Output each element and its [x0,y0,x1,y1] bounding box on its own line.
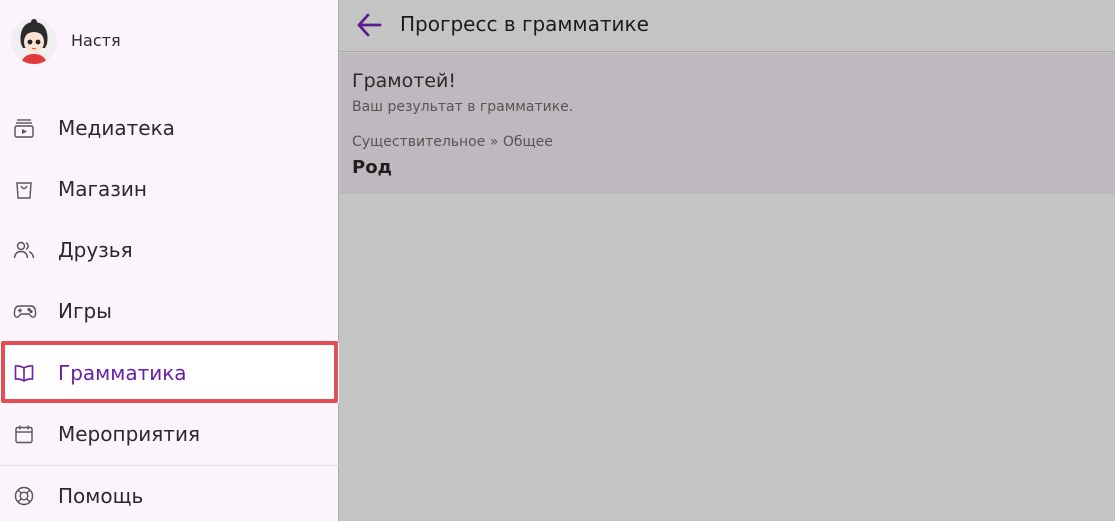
sidebar-item-shop[interactable]: Магазин [0,159,339,219]
sidebar-item-help[interactable]: Помощь [0,466,339,521]
grammar-result-card[interactable]: Грамотей! Ваш результат в грамматике. Су… [340,53,1115,194]
topic-title: Род [352,157,393,178]
sidebar-item-label: Грамматика [58,361,187,385]
page-title: Прогресс в грамматике [400,12,649,36]
card-subtitle: Ваш результат в грамматике. [352,99,574,115]
book-icon [13,362,35,384]
sidebar-item-grammar[interactable]: Грамматика [0,343,339,403]
sidebar-item-label: Мероприятия [58,422,200,446]
sidebar-item-label: Друзья [58,238,133,262]
sidebar-item-label: Игры [58,299,112,323]
breadcrumb: Существительное » Общее [352,134,553,150]
profile-name: Настя [71,31,121,50]
sidebar-item-media-library[interactable]: Медиатека [0,98,339,158]
avatar[interactable] [11,18,57,64]
sidebar-item-games[interactable]: Игры [0,281,339,341]
page-header: Прогресс в грамматике [340,0,1115,52]
sidebar: Настя Медиатека Магазин Друзья Игры Грам… [0,0,339,521]
sidebar-item-label: Медиатека [58,116,175,140]
sidebar-item-friends[interactable]: Друзья [0,220,339,280]
sidebar-item-label: Магазин [58,177,147,201]
sidebar-item-label: Помощь [58,484,144,508]
friends-icon [13,239,35,261]
shopping-bag-icon [13,178,35,200]
gamepad-icon [13,300,37,322]
arrow-left-icon [357,13,382,37]
profile-header[interactable]: Настя [0,0,339,84]
media-library-icon [13,117,35,139]
calendar-icon [13,423,35,445]
lifebuoy-icon [13,485,35,507]
card-title: Грамотей! [352,70,456,92]
sidebar-item-events[interactable]: Мероприятия [0,404,339,464]
back-button[interactable] [354,11,384,39]
